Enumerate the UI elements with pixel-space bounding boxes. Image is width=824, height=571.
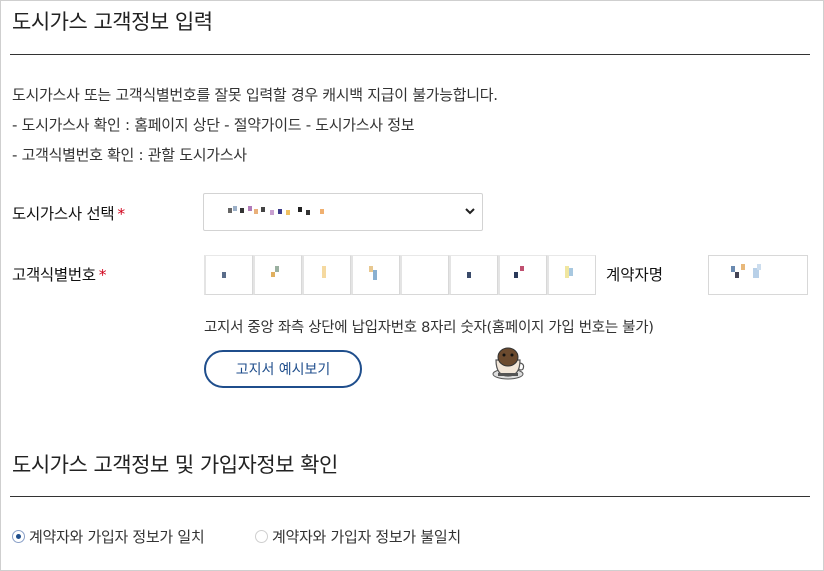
required-mark: * [117,205,125,223]
match-option-same-label: 계약자와 가입자 정보가 일치 [29,528,205,546]
notice-line-3: - 고객식별번호 확인 : 관할 도시가스사 [12,146,247,164]
gas-company-label: 도시가스사 선택 * [12,202,125,224]
notice-line-1: 도시가스사 또는 고객식별번호를 잘못 입력할 경우 캐시백 지급이 불가능합니… [12,86,498,104]
match-option-different-label: 계약자와 가입자 정보가 불일치 [272,528,461,546]
customer-id-hint: 고지서 중앙 좌측 상단에 납입자번호 8자리 숫자(홈페이지 가입 번호는 불… [204,320,654,336]
customer-id-digit-group [204,255,596,295]
contractor-name-input[interactable] [708,255,808,295]
customer-id-label-text: 고객식별번호 [12,266,96,284]
gas-company-select[interactable] [203,193,483,231]
coffee-cup-mascot-icon [492,347,525,380]
customer-id-digit-7[interactable] [498,255,547,295]
match-option-same[interactable]: 계약자와 가입자 정보가 일치 [12,526,205,547]
required-mark: * [98,266,107,284]
contractor-label: 계약자명 [606,266,664,284]
customer-id-digit-4[interactable] [351,255,400,295]
notice-line-2: - 도시가스사 확인 : 홈페이지 상단 - 절약가이드 - 도시가스사 정보 [12,116,415,134]
selected-value-blurred [228,204,338,218]
bill-example-button[interactable]: 고지서 예시보기 [204,350,362,388]
radio-unselected-icon[interactable] [255,530,268,543]
chevron-down-icon [465,208,475,215]
customer-id-digit-5[interactable] [400,255,449,295]
customer-id-digit-2[interactable] [253,255,302,295]
section-title-customer-info: 도시가스 고객정보 입력 [12,10,213,34]
radio-selected-icon[interactable] [12,530,25,543]
section-title-verify: 도시가스 고객정보 및 가입자정보 확인 [12,453,338,477]
notice-text: 도시가스사 또는 고객식별번호를 잘못 입력할 경우 캐시백 지급이 불가능합니… [12,80,498,170]
customer-id-digit-6[interactable] [449,255,498,295]
customer-id-digit-1[interactable] [204,255,253,295]
customer-id-digit-3[interactable] [302,255,351,295]
match-option-different[interactable]: 계약자와 가입자 정보가 불일치 [255,526,461,547]
gas-company-label-text: 도시가스사 선택 [12,205,115,223]
customer-id-label: 고객식별번호 * [12,263,107,285]
customer-id-digit-8[interactable] [547,255,596,295]
section-divider [10,496,810,497]
section-divider [10,54,810,55]
